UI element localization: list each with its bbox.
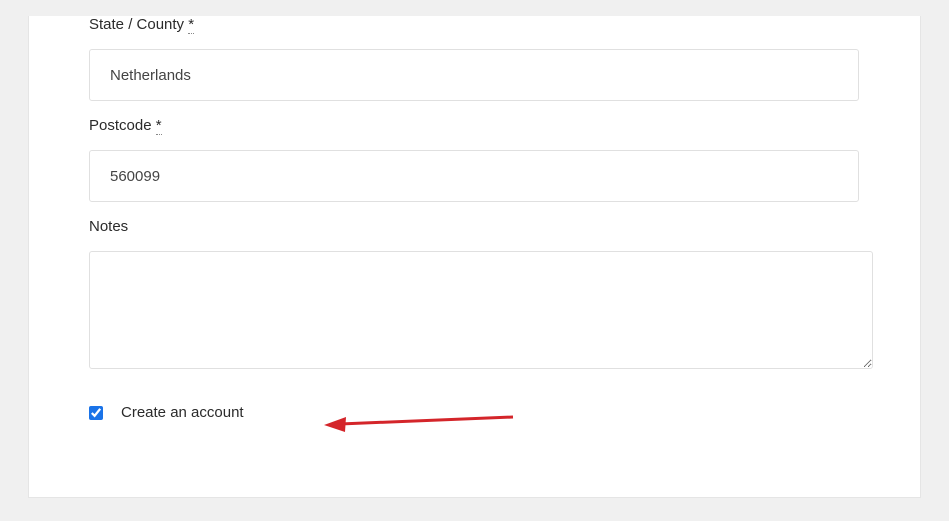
postcode-label: Postcode * <box>89 117 860 134</box>
create-account-checkbox[interactable] <box>89 406 103 420</box>
state-input[interactable] <box>89 49 859 101</box>
state-label-text: State / County <box>89 16 188 33</box>
create-account-row: Create an account <box>89 404 860 421</box>
notes-label: Notes <box>89 218 860 235</box>
form-card: State / County * Postcode * Notes Create… <box>28 16 921 498</box>
postcode-input[interactable] <box>89 150 859 202</box>
notes-group: Notes <box>89 218 860 374</box>
notes-textarea[interactable] <box>89 251 873 369</box>
state-label: State / County * <box>89 16 860 33</box>
state-group: State / County * <box>89 16 860 101</box>
postcode-group: Postcode * <box>89 117 860 202</box>
required-star: * <box>188 16 194 34</box>
postcode-label-text: Postcode <box>89 117 156 134</box>
required-star: * <box>156 117 162 135</box>
create-account-label: Create an account <box>121 404 244 421</box>
